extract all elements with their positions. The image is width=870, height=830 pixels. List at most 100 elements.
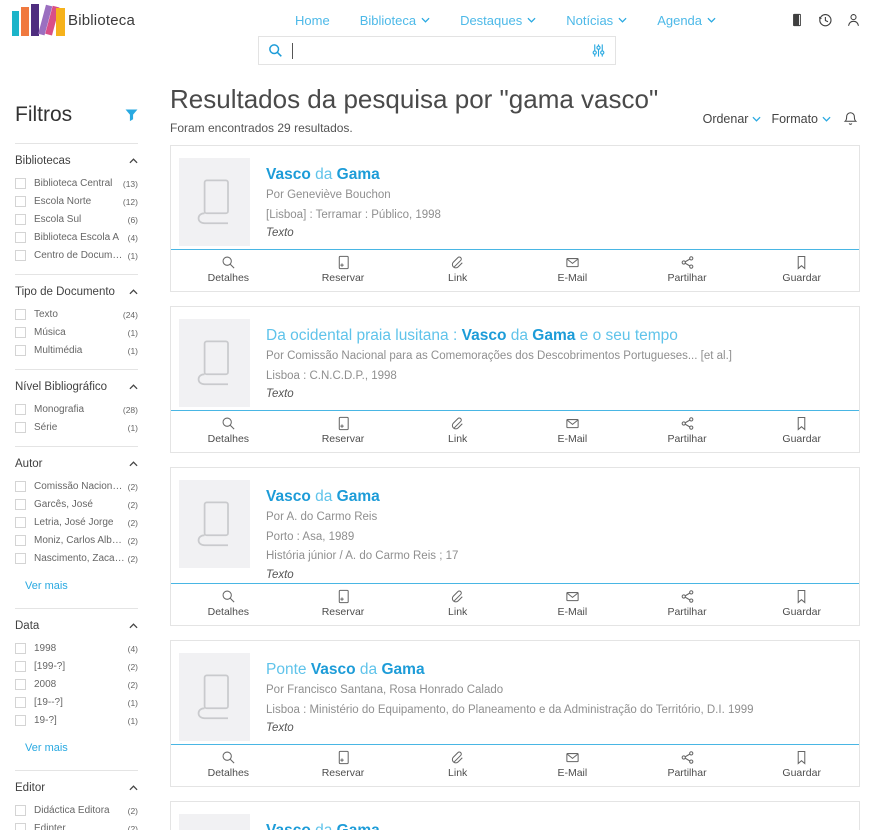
action-partilhar[interactable]: Partilhar: [630, 416, 745, 445]
book-cover-placeholder[interactable]: [179, 814, 250, 830]
filter-option[interactable]: Letria, José Jorge(2): [15, 517, 138, 528]
result-title[interactable]: Ponte Vasco da Gama: [266, 660, 754, 679]
action-link[interactable]: Link: [400, 416, 515, 445]
user-button[interactable]: [846, 12, 861, 28]
filter-option[interactable]: 2008(2): [15, 679, 138, 690]
filter-option[interactable]: Didáctica Editora(2): [15, 805, 138, 816]
filter-option[interactable]: [19--?](1): [15, 697, 138, 708]
nav-item-0[interactable]: Home: [295, 13, 330, 28]
filter-option[interactable]: Biblioteca Central(13): [15, 178, 138, 189]
search-button[interactable]: [268, 43, 283, 58]
library-logo[interactable]: [10, 2, 68, 38]
checkbox[interactable]: [15, 697, 26, 708]
checkbox[interactable]: [15, 499, 26, 510]
format-dropdown[interactable]: Formato: [771, 112, 831, 126]
checkbox[interactable]: [15, 422, 26, 433]
filter-option[interactable]: Série(1): [15, 422, 138, 433]
action-reservar[interactable]: Reservar: [286, 416, 401, 445]
filter-option[interactable]: 1998(4): [15, 643, 138, 654]
result-title[interactable]: Vasco da Gama: [266, 487, 458, 506]
book-cover-placeholder[interactable]: [179, 319, 250, 407]
checkbox[interactable]: [15, 517, 26, 528]
book-cover-placeholder[interactable]: [179, 480, 250, 568]
filter-option[interactable]: Garcês, José(2): [15, 499, 138, 510]
result-title[interactable]: Da ocidental praia lusitana : Vasco da G…: [266, 326, 732, 345]
filter-option[interactable]: Multimédia(1): [15, 345, 138, 356]
filter-section-header[interactable]: Data: [15, 620, 138, 632]
result-title[interactable]: Vasco da Gama: [266, 821, 428, 830]
search-input[interactable]: [302, 37, 582, 64]
action-reservar[interactable]: Reservar: [286, 589, 401, 618]
checkbox[interactable]: [15, 404, 26, 415]
filter-toggle-button[interactable]: [125, 109, 138, 122]
filter-option[interactable]: Moniz, Carlos Alberto(2): [15, 535, 138, 546]
filter-section-header[interactable]: Editor: [15, 782, 138, 794]
history-button[interactable]: [817, 12, 833, 28]
action-link[interactable]: Link: [400, 750, 515, 779]
action-detalhes[interactable]: Detalhes: [171, 750, 286, 779]
checkbox[interactable]: [15, 309, 26, 320]
filter-option[interactable]: Texto(24): [15, 309, 138, 320]
action-email[interactable]: E-Mail: [515, 416, 630, 445]
filter-option[interactable]: Monografia(28): [15, 404, 138, 415]
result-title[interactable]: Vasco da Gama: [266, 165, 441, 184]
action-link[interactable]: Link: [400, 255, 515, 284]
checkbox[interactable]: [15, 250, 26, 261]
action-guardar[interactable]: Guardar: [744, 589, 859, 618]
ver-mais-link[interactable]: Ver mais: [25, 742, 68, 754]
action-link[interactable]: Link: [400, 589, 515, 618]
action-email[interactable]: E-Mail: [515, 750, 630, 779]
filter-option[interactable]: Escola Norte(12): [15, 196, 138, 207]
checkbox[interactable]: [15, 196, 26, 207]
action-email[interactable]: E-Mail: [515, 255, 630, 284]
filter-section-header[interactable]: Autor: [15, 458, 138, 470]
checkbox[interactable]: [15, 481, 26, 492]
ver-mais-link[interactable]: Ver mais: [25, 580, 68, 592]
filter-option[interactable]: Música(1): [15, 327, 138, 338]
filter-option[interactable]: Escola Sul(6): [15, 214, 138, 225]
book-cover-placeholder[interactable]: [179, 158, 250, 246]
nav-item-2[interactable]: Destaques: [460, 13, 536, 28]
filter-option[interactable]: Centro de Documentação(1): [15, 250, 138, 261]
sort-dropdown[interactable]: Ordenar: [703, 112, 762, 126]
action-partilhar[interactable]: Partilhar: [630, 255, 745, 284]
filter-option[interactable]: 19-?](1): [15, 715, 138, 726]
action-detalhes[interactable]: Detalhes: [171, 589, 286, 618]
checkbox[interactable]: [15, 661, 26, 672]
book-cover-placeholder[interactable]: [179, 653, 250, 741]
filter-option[interactable]: Edinter(2): [15, 823, 138, 830]
filter-section-header[interactable]: Nível Bibliográfico: [15, 381, 138, 393]
action-reservar[interactable]: Reservar: [286, 255, 401, 284]
filter-option[interactable]: Biblioteca Escola A(4): [15, 232, 138, 243]
checkbox[interactable]: [15, 679, 26, 690]
filter-option[interactable]: [199-?](2): [15, 661, 138, 672]
action-guardar[interactable]: Guardar: [744, 416, 859, 445]
checkbox[interactable]: [15, 535, 26, 546]
filter-section-header[interactable]: Tipo de Documento: [15, 286, 138, 298]
action-detalhes[interactable]: Detalhes: [171, 255, 286, 284]
nav-item-1[interactable]: Biblioteca: [360, 13, 430, 28]
checkbox[interactable]: [15, 214, 26, 225]
checkbox[interactable]: [15, 553, 26, 564]
action-partilhar[interactable]: Partilhar: [630, 750, 745, 779]
checkbox[interactable]: [15, 715, 26, 726]
filter-option[interactable]: Nascimento, Zacarias(2): [15, 553, 138, 564]
checkbox[interactable]: [15, 823, 26, 830]
checkbox[interactable]: [15, 232, 26, 243]
device-button[interactable]: [790, 12, 804, 28]
checkbox[interactable]: [15, 345, 26, 356]
nav-item-3[interactable]: Notícias: [566, 13, 627, 28]
action-reservar[interactable]: Reservar: [286, 750, 401, 779]
checkbox[interactable]: [15, 327, 26, 338]
checkbox[interactable]: [15, 178, 26, 189]
filter-option[interactable]: Comissão Nacional para a...(2): [15, 481, 138, 492]
checkbox[interactable]: [15, 805, 26, 816]
nav-item-4[interactable]: Agenda: [657, 13, 716, 28]
notifications-button[interactable]: [843, 111, 858, 127]
filter-section-header[interactable]: Bibliotecas: [15, 155, 138, 167]
action-email[interactable]: E-Mail: [515, 589, 630, 618]
action-guardar[interactable]: Guardar: [744, 255, 859, 284]
action-partilhar[interactable]: Partilhar: [630, 589, 745, 618]
action-detalhes[interactable]: Detalhes: [171, 416, 286, 445]
advanced-search-button[interactable]: [591, 43, 606, 58]
